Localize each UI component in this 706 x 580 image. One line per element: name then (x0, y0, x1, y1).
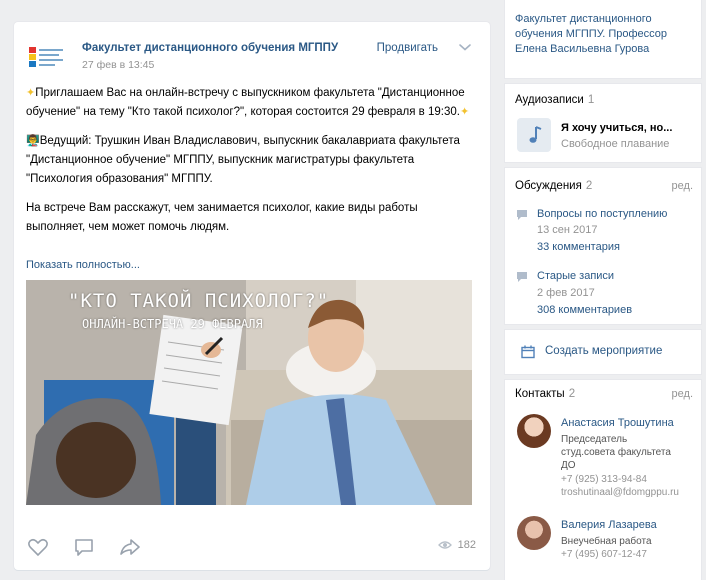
discussions-edit-link[interactable]: ред. (672, 180, 693, 192)
audio-play-button[interactable] (517, 118, 551, 152)
discussions-count: 2 (585, 180, 593, 192)
sparkle-icon: ✦ (26, 87, 36, 99)
avatar[interactable] (517, 414, 551, 448)
discussion-item-comments[interactable]: 308 комментариев (537, 304, 632, 316)
contacts-title[interactable]: Контакты 2 (515, 388, 575, 400)
post-header: Факультет дистанционного обучения МГППУ … (26, 36, 476, 76)
discussion-icon (517, 272, 527, 282)
contact-phone: +7 (495) 607-12-47 (561, 549, 647, 560)
discussions-title[interactable]: Обсуждения 2 (515, 180, 592, 192)
post-paragraph-3: На встрече Вам расскажут, чем занимается… (26, 202, 418, 233)
contacts-edit-link[interactable]: ред. (672, 388, 693, 400)
contact-role: студ.совета факультета (561, 447, 671, 458)
discussion-item-date: 2 фев 2017 (537, 287, 595, 299)
like-icon[interactable] (26, 535, 50, 559)
post-text: ✦Приглашаем Вас на онлайн-встречу с выпу… (26, 84, 478, 247)
contact-phone: +7 (925) 313-94-84 (561, 474, 647, 485)
sidebar-info-block: Факультет дистанционного обучения МГППУ.… (505, 0, 701, 78)
audio-title[interactable]: Аудиозаписи 1 (515, 94, 594, 106)
discussions-block: Обсуждения 2 ред. Вопросы по поступлению … (505, 168, 701, 324)
discussions-title-label: Обсуждения (515, 180, 582, 192)
audio-track-title[interactable]: Я хочу учиться, но... (561, 122, 672, 134)
audio-count: 1 (587, 94, 595, 106)
contact-name[interactable]: Анастасия Трошутина (561, 417, 674, 429)
post-image[interactable]: "КТО ТАКОЙ ПСИХОЛОГ?" ОНЛАЙН-ВСТРЕЧА 29 … (26, 280, 472, 505)
create-event-link[interactable]: Создать мероприятие (545, 345, 662, 357)
discussion-icon (517, 210, 527, 220)
music-note-icon (529, 126, 542, 143)
sidebar-info-line-1: Факультет дистанционного (515, 13, 652, 25)
community-logo-image (26, 45, 63, 69)
discussion-item-title[interactable]: Вопросы по поступлению (537, 208, 667, 220)
discussion-item-title[interactable]: Старые записи (537, 270, 614, 282)
avatar[interactable] (517, 516, 551, 550)
contacts-count: 2 (568, 388, 576, 400)
contact-role: Председатель (561, 434, 628, 445)
contacts-title-label: Контакты (515, 388, 565, 400)
audio-track-artist[interactable]: Свободное плавание (561, 138, 669, 150)
image-subtitle-text: ОНЛАЙН-ВСТРЕЧА 29 ФЕВРАЛЯ (82, 317, 263, 331)
chevron-down-icon[interactable] (458, 40, 472, 54)
contact-role: ДО (561, 460, 576, 471)
post-paragraph-1: ✦Приглашаем Вас на онлайн-встречу с выпу… (26, 84, 478, 122)
contact-name[interactable]: Валерия Лазарева (561, 519, 657, 531)
post-paragraph-2-text: Ведущий: Трушкин Иван Владиславович, вып… (26, 135, 460, 185)
post-paragraph-1-text: Приглашаем Вас на онлайн-встречу с выпус… (26, 87, 465, 118)
contact-email[interactable]: troshutinaal@fdomgppu.ru (561, 487, 679, 498)
discussion-item-comments[interactable]: 33 комментария (537, 241, 620, 253)
teacher-icon: 👨‍🏫 (26, 135, 40, 147)
views-count: 182 (457, 539, 476, 551)
discussion-item-date: 13 сен 2017 (537, 224, 598, 236)
create-event-block[interactable]: Создать мероприятие (505, 330, 701, 374)
post-actions: 182 (26, 535, 476, 559)
audio-block: Аудиозаписи 1 Я хочу учиться, но... Свобо… (505, 84, 701, 162)
sidebar-info-line-3: Елена Васильевна Гурова (515, 43, 650, 55)
promote-button[interactable]: Продвигать (377, 42, 438, 54)
post-card: Факультет дистанционного обучения МГППУ … (14, 22, 490, 570)
community-logo[interactable] (26, 42, 66, 72)
show-more-link[interactable]: Показать полностью... (26, 259, 140, 271)
post-photo (26, 280, 472, 505)
post-author-link[interactable]: Факультет дистанционного обучения МГППУ (82, 42, 338, 54)
calendar-icon (521, 345, 535, 359)
contacts-block: Контакты 2 ред. Анастасия Трошутина Предс… (505, 380, 701, 580)
views-counter: 182 (437, 539, 476, 551)
image-title-text: "КТО ТАКОЙ ПСИХОЛОГ?" (68, 290, 330, 312)
eye-icon (437, 541, 452, 549)
contact-role: Внеучебная работа (561, 536, 652, 547)
audio-title-label: Аудиозаписи (515, 94, 584, 106)
post-date[interactable]: 27 фев в 13:45 (82, 59, 154, 71)
share-icon[interactable] (118, 535, 142, 559)
post-paragraph-2: 👨‍🏫Ведущий: Трушкин Иван Владиславович, … (26, 132, 478, 189)
sparkle-icon: ✦ (459, 106, 470, 118)
comment-icon[interactable] (72, 535, 96, 559)
sidebar-info-line-2: обучения МГППУ. Профессор (515, 28, 667, 40)
sidebar: Факультет дистанционного обучения МГППУ.… (505, 0, 701, 580)
